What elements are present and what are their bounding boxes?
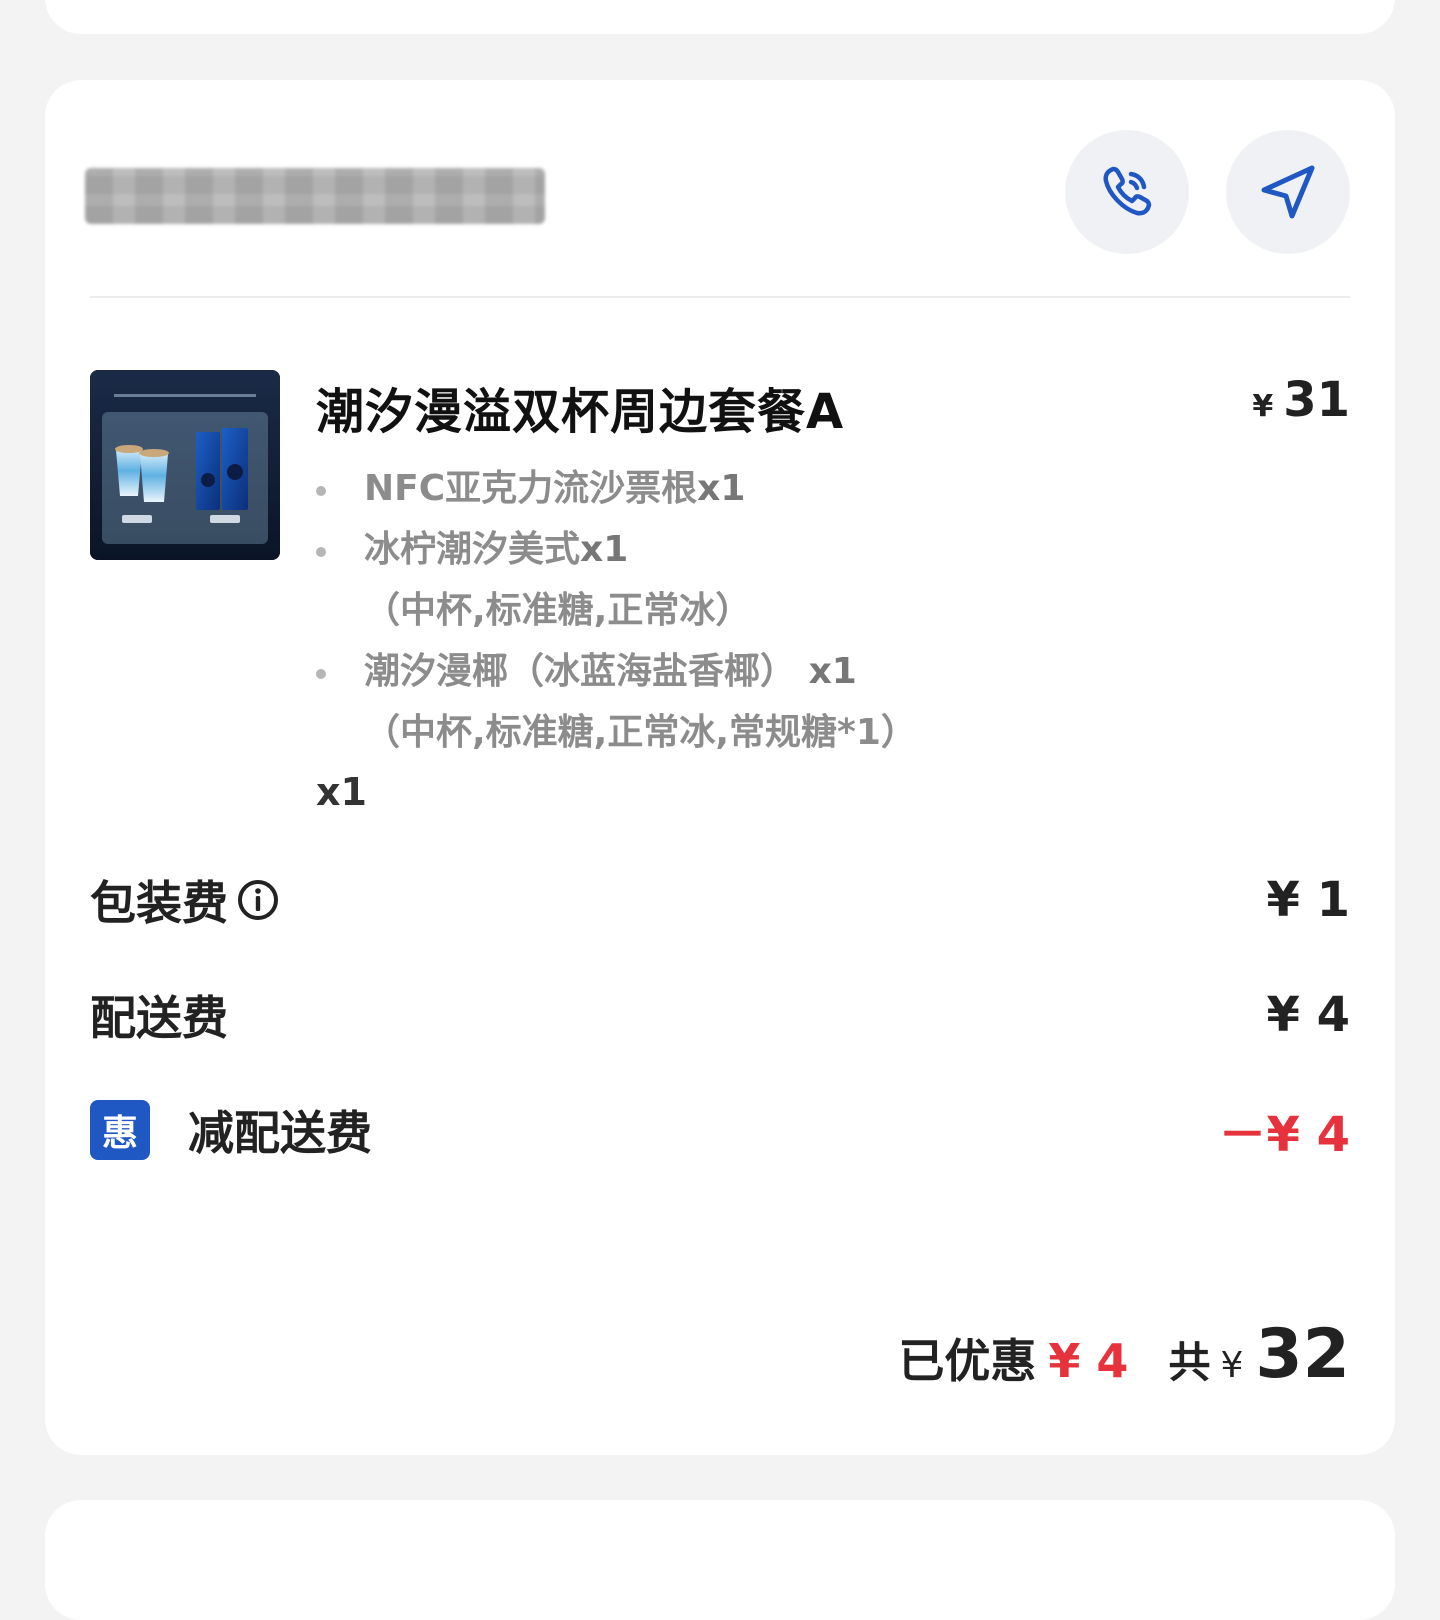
product-image[interactable] [90, 370, 280, 560]
shop-name[interactable]: ████████ [85, 168, 545, 224]
bundle-item-qty: x1 [697, 468, 746, 509]
currency-symbol: ¥ [1252, 389, 1274, 424]
bundle-item-qty: x1 [580, 529, 629, 570]
discount-value: －¥ 4 [1218, 1107, 1350, 1163]
divider [90, 296, 1350, 298]
bundle-item-name: 冰柠潮汐美式 [364, 529, 581, 570]
discount-label: 减配送费 [188, 1106, 372, 1160]
call-button[interactable] [1065, 130, 1189, 254]
packaging-fee-row: 包装费 ¥ 1 [90, 870, 1350, 930]
list-item: 冰柠潮汐美式x1 （中杯,标准糖,正常冰） [316, 519, 1016, 641]
discount-row: 惠 减配送费 －¥ 4 [90, 1098, 1350, 1163]
bundle-item-spec: （中杯,标准糖,正常冰,常规糖*1） [364, 712, 917, 753]
total-label: 共 [1168, 1338, 1211, 1387]
product-artwork [90, 370, 280, 560]
next-card [45, 1500, 1395, 1620]
bundle-item-spec: （中杯,标准糖,正常冰） [364, 590, 752, 631]
phone-icon [1103, 166, 1152, 216]
order-detail-card: ████████ [45, 80, 1395, 1455]
bundle-item-name: 潮汐漫椰（冰蓝海盐香椰） [364, 651, 797, 692]
bundle-item-name: NFC亚克力流沙票根 [364, 468, 698, 509]
delivery-fee-label: 配送费 [90, 991, 228, 1045]
packaging-fee-label: 包装费 [90, 876, 228, 930]
saved-label: 已优惠 [898, 1334, 1037, 1388]
total-currency: ¥ [1220, 1345, 1244, 1386]
discount-badge: 惠 [90, 1100, 150, 1160]
delivery-fee-row: 配送费 ¥ 4 [90, 985, 1350, 1045]
list-item: 潮汐漫椰（冰蓝海盐香椰） x1 （中杯,标准糖,正常冰,常规糖*1） [316, 641, 1016, 763]
list-item: NFC亚克力流沙票根x1 [316, 458, 1016, 519]
navigation-arrow-icon [1261, 165, 1315, 219]
order-summary: 已优惠 ¥ 4 共 ¥ 32 [898, 1315, 1350, 1394]
product-quantity: x1 [316, 770, 367, 814]
bundle-item-qty: x1 [808, 651, 857, 692]
bundle-items-list: NFC亚克力流沙票根x1 冰柠潮汐美式x1 （中杯,标准糖,正常冰） 潮汐漫椰（… [316, 458, 1016, 763]
navigate-button[interactable] [1226, 130, 1350, 254]
info-icon[interactable] [236, 878, 280, 922]
previous-card [45, 0, 1395, 34]
product-price: ¥ 31 [1252, 372, 1350, 428]
product-name: 潮汐漫溢双杯周边套餐A [316, 384, 845, 440]
saved-amount: ¥ 4 [1048, 1334, 1129, 1388]
packaging-fee-value: ¥ 1 [1266, 872, 1350, 928]
product-price-value: 31 [1283, 372, 1350, 428]
delivery-fee-value: ¥ 4 [1266, 987, 1350, 1043]
total-amount: 32 [1255, 1315, 1350, 1394]
